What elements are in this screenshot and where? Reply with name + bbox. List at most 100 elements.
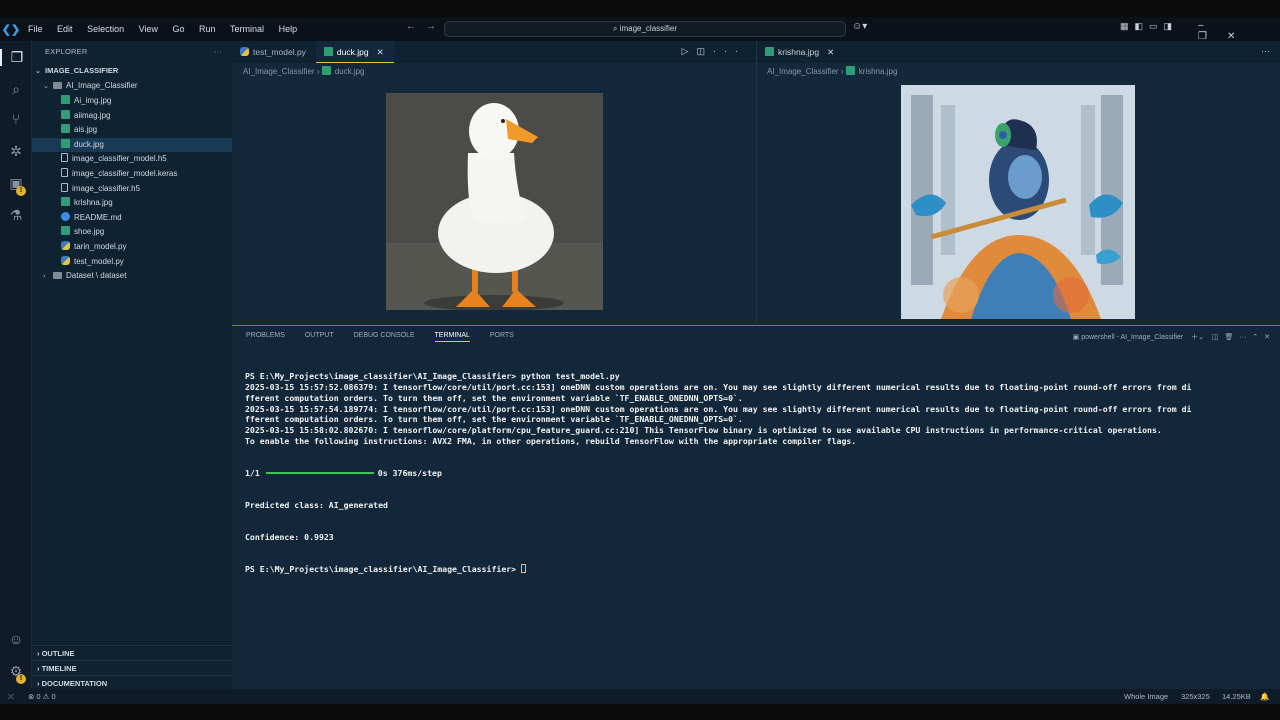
terminal-line: To enable the following instructions: AV… (245, 435, 857, 446)
breadcrumb-folder[interactable]: AI_Image_Classifier (767, 67, 839, 76)
close-panel-icon[interactable]: ✕ (1264, 334, 1270, 341)
shell-prompt: PS E:\My_Projects\image_classifier\AI_Im… (245, 564, 522, 575)
toggle-panel-icon[interactable]: ▭ (1149, 21, 1164, 31)
file-label: image_classifier.h5 (72, 183, 141, 193)
file-label: tarin_model.py (74, 242, 127, 251)
workspace-root[interactable]: ⌄ IMAGE_CLASSIFIER (32, 64, 232, 78)
terminal-output[interactable]: PS E:\My_Projects\image_classifier\AI_Im… (245, 350, 1275, 596)
title-bar: ❮❯ File Edit Selection View Go Run Termi… (0, 17, 1280, 42)
breadcrumb-right: AI_Image_Classifier › krishna.jpg (767, 66, 898, 76)
file-label: Ai_img.jpg (74, 96, 112, 105)
menu-file[interactable]: File (22, 24, 49, 34)
customize-layout-icon[interactable]: ▦ (1120, 21, 1135, 31)
outline-section[interactable]: › OUTLINE (32, 645, 232, 660)
toggle-secondary-sidebar-icon[interactable]: ◨ (1164, 21, 1179, 31)
file-item[interactable]: duck.jpg (32, 137, 232, 152)
prompt-line[interactable]: PS E:\My_Projects\image_classifier\AI_Im… (245, 564, 1275, 575)
file-item[interactable]: tarin_model.py (32, 240, 232, 254)
terminal-shell-label[interactable]: powershell - AI_Image_Classifier (1081, 334, 1183, 341)
documentation-label: DOCUMENTATION (41, 679, 108, 688)
tab-label: test_model.py (253, 47, 306, 57)
file-item[interactable]: test_model.py (32, 255, 232, 269)
breadcrumb-file[interactable]: krishna.jpg (859, 67, 898, 76)
problems-status[interactable]: ⊗ 0 ⚠ 0 (28, 689, 56, 704)
minimize-icon[interactable]: – (1198, 20, 1224, 31)
copilot-icon[interactable]: ☺▾ (852, 21, 867, 32)
maximize-panel-icon[interactable]: ⌃ (1252, 334, 1258, 341)
more-actions-icon[interactable]: ··· (713, 46, 746, 56)
explorer-sidebar: EXPLORER ··· ⌄ IMAGE_CLASSIFIER ⌄ AI_Image_… (32, 41, 232, 689)
file-label: shoe.jpg (74, 227, 105, 237)
command-center-search[interactable]: ⌕ image_classifier (444, 21, 846, 37)
file-label: aiimag.jpg (74, 110, 111, 120)
chevron-right-icon: › (43, 273, 46, 280)
file-item[interactable]: image_classifier_model.keras (32, 167, 232, 181)
timeline-section[interactable]: › TIMELINE (32, 660, 232, 675)
run-file-icon[interactable]: ▷ (682, 46, 697, 56)
more-actions-icon[interactable]: ··· (1261, 46, 1270, 56)
terminal-actions: ▣ powershell - AI_Image_Classifier ＋⌄ ◫ … (1073, 332, 1270, 342)
terminal-line: 2025-03-15 15:57:52.086379: I tensorflow… (245, 382, 1192, 393)
forward-arrow-icon[interactable]: → (426, 21, 446, 32)
menu-run[interactable]: Run (193, 24, 222, 34)
documentation-section[interactable]: › DOCUMENTATION (32, 675, 232, 690)
progress-line: 1/1 0s 376ms/step (245, 468, 1275, 479)
menu-selection[interactable]: Selection (81, 24, 130, 34)
close-tab-icon[interactable]: ✕ (377, 47, 384, 57)
folder-ai-image-classifier[interactable]: ⌄ AI_Image_Classifier (32, 79, 232, 93)
toggle-sidebar-icon[interactable]: ◧ (1135, 21, 1150, 31)
file-item[interactable]: krishna.jpg (32, 196, 232, 210)
tab-terminal[interactable]: TERMINAL (434, 332, 470, 342)
duck-illustration (386, 93, 603, 310)
bottom-panel: PROBLEMS OUTPUT DEBUG CONSOLE TERMINAL P… (232, 325, 1280, 689)
tab-duck-jpg[interactable]: duck.jpg ✕ (315, 41, 394, 63)
tab-test-model-py[interactable]: test_model.py (232, 41, 316, 63)
tab-debug-console[interactable]: DEBUG CONSOLE (354, 332, 415, 339)
tab-label: duck.jpg (336, 47, 369, 57)
search-view-icon[interactable]: ⌕ (0, 81, 32, 98)
status-bar: ⤫ ⊗ 0 ⚠ 0 Whole Image 325x325 14.25KB 🔔 (0, 689, 1280, 704)
menu-view[interactable]: View (133, 24, 164, 34)
close-tab-icon[interactable]: ✕ (827, 47, 834, 57)
testing-icon[interactable]: ⚗ (0, 207, 32, 224)
accounts-icon[interactable]: ☺ (0, 631, 32, 647)
tab-krishna-jpg[interactable]: krishna.jpg ✕ (757, 41, 844, 63)
more-actions-icon[interactable]: ··· (214, 41, 222, 62)
tab-output[interactable]: OUTPUT (305, 332, 334, 339)
notifications-bell-icon[interactable]: 🔔 (1260, 689, 1269, 704)
zoom-mode[interactable]: Whole Image (1124, 689, 1168, 704)
remote-icon[interactable]: ⤫ (8, 689, 14, 704)
menu-terminal[interactable]: Terminal (224, 24, 270, 34)
menu-go[interactable]: Go (166, 24, 190, 34)
more-actions-icon[interactable]: ··· (1239, 334, 1246, 341)
chevron-down-icon[interactable]: ⌄ (1198, 334, 1204, 341)
breadcrumb-file[interactable]: duck.jpg (335, 67, 365, 76)
tab-problems[interactable]: PROBLEMS (246, 332, 285, 339)
terminal-log: PS E:\My_Projects\image_classifier\AI_Im… (245, 371, 1275, 446)
file-item[interactable]: aiimag.jpg (32, 109, 232, 123)
menu-help[interactable]: Help (273, 24, 304, 34)
tab-ports[interactable]: PORTS (490, 332, 514, 339)
folder-label: AI_Image_Classifier (66, 81, 138, 90)
trash-icon[interactable]: 🗑 (1225, 334, 1234, 341)
file-item[interactable]: ais.jpg (32, 123, 232, 137)
file-item[interactable]: README.md (32, 211, 232, 225)
file-label: README.md (74, 212, 122, 222)
breadcrumb-folder[interactable]: AI_Image_Classifier (243, 67, 315, 76)
back-arrow-icon[interactable]: ← (406, 21, 426, 32)
nav-arrows: ←→ (406, 21, 446, 32)
run-debug-icon[interactable]: ✲ (0, 143, 32, 160)
file-item[interactable]: Ai_img.jpg (32, 94, 232, 108)
split-terminal-icon[interactable]: ◫ (1212, 334, 1219, 341)
menu-edit[interactable]: Edit (51, 24, 79, 34)
split-editor-icon[interactable]: ◫ (696, 46, 713, 56)
krishna-image (901, 85, 1135, 319)
file-item[interactable]: image_classifier.h5 (32, 182, 232, 196)
outline-label: OUTLINE (41, 649, 75, 658)
explorer-icon[interactable]: ❐ (0, 49, 32, 66)
explorer-header: EXPLORER ··· (32, 41, 232, 62)
file-item[interactable]: shoe.jpg (32, 225, 232, 239)
file-item[interactable]: image_classifier_model.h5 (32, 152, 232, 166)
folder-dataset[interactable]: › Dataset \ dataset (32, 269, 232, 283)
source-control-icon[interactable]: ⑂ (0, 111, 32, 127)
